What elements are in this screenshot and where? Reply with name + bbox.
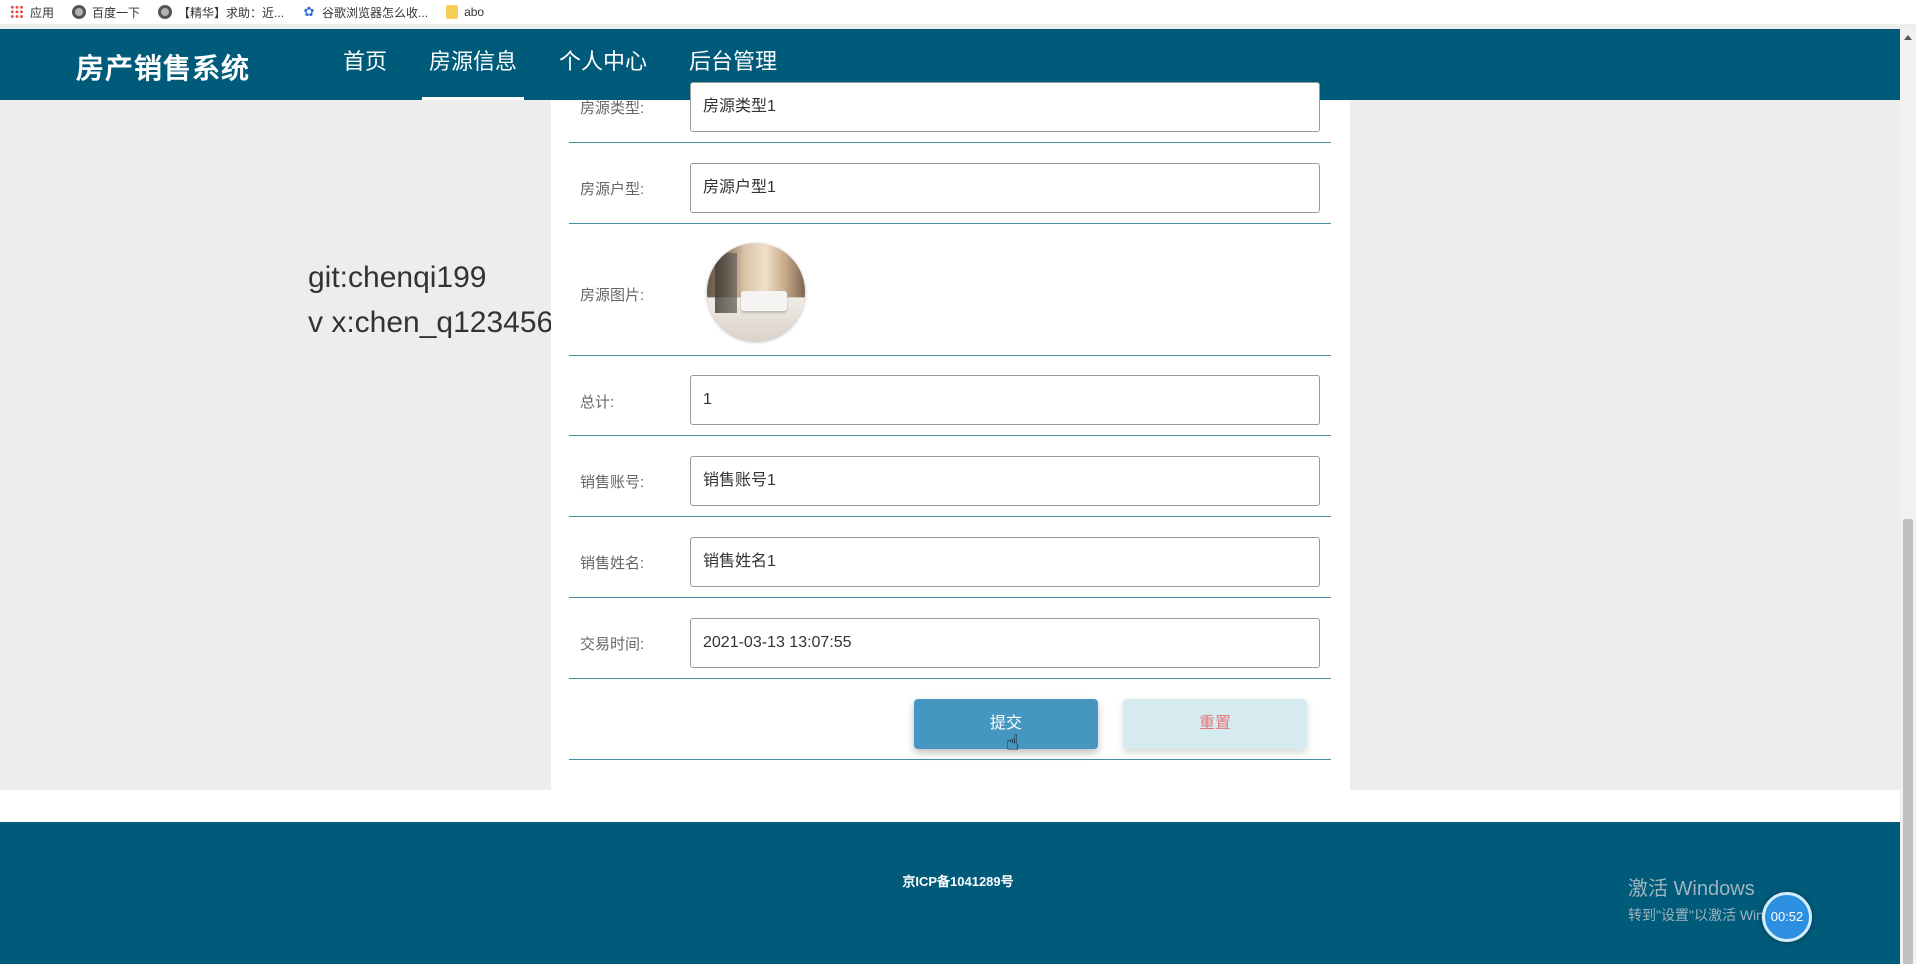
property-form-panel: 房源类型: 房源类型1 房源户型: 房源户型1 房源图片: 总计: 1 销售账号…	[551, 82, 1350, 790]
nav-personal-center[interactable]: 个人中心	[538, 29, 668, 100]
globe-icon	[158, 5, 173, 19]
bookmark-apps[interactable]: 应用	[10, 4, 54, 21]
bookmarks-bar: 应用 百度一下 【精华】求助：近... ✿ 谷歌浏览器怎么收... abo	[0, 0, 1916, 24]
form-row-time: 交易时间: 2021-03-13 13:07:55	[569, 598, 1331, 679]
type-label: 房源类型:	[580, 100, 645, 117]
bookmark-label: abo	[464, 5, 485, 19]
bookmark-help[interactable]: 【精华】求助：近...	[158, 4, 284, 21]
layout-input[interactable]: 房源户型1	[690, 163, 1320, 213]
content-bottom-strip	[0, 790, 1900, 822]
form-row-type: 房源类型: 房源类型1	[569, 82, 1331, 143]
account-input[interactable]: 销售账号1	[690, 456, 1320, 506]
bookmark-baidu[interactable]: 百度一下	[72, 4, 140, 21]
bookmark-abo[interactable]: abo	[446, 5, 484, 19]
time-input[interactable]: 2021-03-13 13:07:55	[690, 618, 1320, 668]
bookmark-chrome[interactable]: ✿ 谷歌浏览器怎么收...	[302, 4, 428, 21]
watermark-text: git:chenqi199 v x:chen_q123456	[308, 255, 553, 345]
site-brand[interactable]: 房产销售系统	[76, 47, 250, 87]
watermark-line: v x:chen_q123456	[308, 306, 554, 339]
page-scrollbar[interactable]	[1900, 29, 1916, 964]
nav-home[interactable]: 首页	[322, 29, 408, 100]
scroll-up-icon[interactable]	[1904, 35, 1912, 40]
form-row-name: 销售姓名: 销售姓名1	[569, 517, 1331, 598]
property-photo[interactable]	[707, 243, 805, 341]
bookmark-label: 谷歌浏览器怎么收...	[322, 5, 429, 20]
scroll-thumb[interactable]	[1903, 519, 1913, 964]
total-label: 总计:	[580, 394, 615, 411]
bookmark-label: 百度一下	[92, 5, 141, 20]
image-label: 房源图片:	[580, 287, 645, 304]
total-input[interactable]: 1	[690, 375, 1320, 425]
type-input[interactable]: 房源类型1	[690, 82, 1320, 132]
reset-button[interactable]: 重置	[1123, 699, 1307, 749]
hand-cursor-icon: ☝	[1006, 730, 1020, 755]
bookmark-label: 【精华】求助：近...	[178, 5, 285, 20]
globe-icon	[72, 5, 87, 19]
form-row-actions: 提交 重置	[569, 679, 1331, 760]
account-label: 销售账号:	[580, 474, 645, 491]
form-row-image: 房源图片:	[569, 224, 1331, 356]
bookmark-label: 应用	[30, 5, 55, 20]
form-row-total: 总计: 1	[569, 356, 1331, 436]
recording-timer[interactable]: 00:52	[1762, 892, 1812, 942]
nav-property-info[interactable]: 房源信息	[408, 29, 538, 100]
time-label: 交易时间:	[580, 636, 645, 653]
apps-icon	[10, 5, 24, 19]
name-input[interactable]: 销售姓名1	[690, 537, 1320, 587]
layout-label: 房源户型:	[580, 181, 645, 198]
form-row-layout: 房源户型: 房源户型1	[569, 143, 1331, 224]
watermark-line: git:chenqi199	[308, 261, 487, 294]
site-footer: 京ICP备1041289号 激活 Windows 转到"设置"以激活 Windo…	[0, 822, 1900, 964]
paw-icon: ✿	[303, 4, 315, 19]
name-label: 销售姓名:	[580, 555, 645, 572]
form-row-account: 销售账号: 销售账号1	[569, 436, 1331, 517]
folder-icon	[446, 5, 459, 19]
